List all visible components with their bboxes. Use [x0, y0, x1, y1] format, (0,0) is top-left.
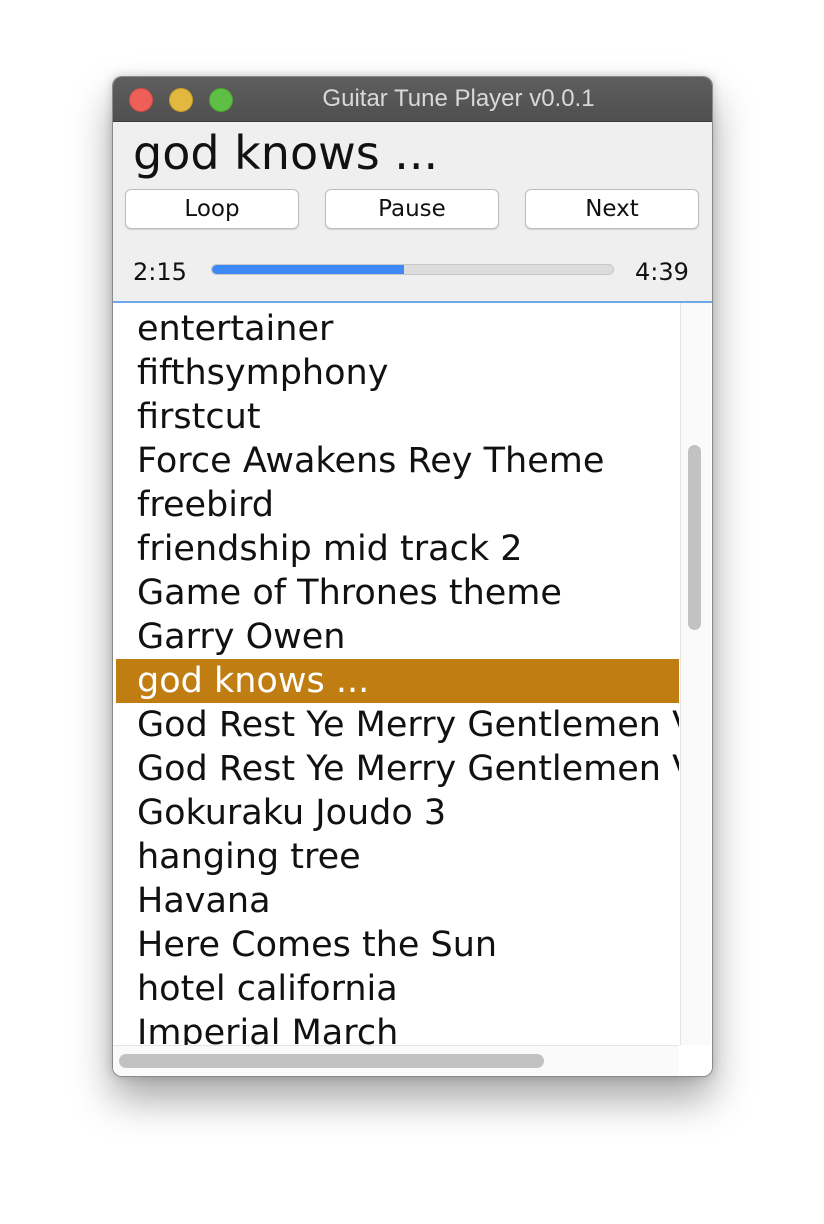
- pause-button[interactable]: Pause: [325, 189, 499, 229]
- playlist-item[interactable]: freebird: [116, 483, 679, 527]
- playlist-item[interactable]: Imperial March: [116, 1011, 679, 1045]
- playlist-item[interactable]: Gokuraku Joudo 3: [116, 791, 679, 835]
- playlist-panel: entertainer fifthsymphony firstcut Force Aw…: [113, 301, 712, 1076]
- playlist-item[interactable]: hanging tree: [116, 835, 679, 879]
- playlist-item[interactable]: Garry Owen: [116, 615, 679, 659]
- playlist-item[interactable]: Force Awakens Rey Theme: [116, 439, 679, 483]
- progress-bar[interactable]: [211, 264, 614, 275]
- next-button[interactable]: Next: [525, 189, 699, 229]
- playlist-item[interactable]: friendship mid track 2: [116, 527, 679, 571]
- playlist-item[interactable]: entertainer: [116, 307, 679, 351]
- title-bar[interactable]: Guitar Tune Player v0.0.1: [113, 77, 712, 122]
- vertical-scrollbar[interactable]: [680, 303, 711, 1045]
- vertical-scrollbar-thumb[interactable]: [688, 445, 701, 630]
- playlist-item[interactable]: Here Comes the Sun: [116, 923, 679, 967]
- playlist-item[interactable]: firstcut: [116, 395, 679, 439]
- elapsed-time: 2:15: [133, 258, 187, 286]
- now-playing-title: god knows ...: [133, 126, 439, 180]
- playlist-item[interactable]: God Rest Ye Merry Gentlemen V: [116, 747, 679, 791]
- playlist-item-selected[interactable]: god knows ...: [116, 659, 679, 703]
- playlist-item[interactable]: hotel california: [116, 967, 679, 1011]
- horizontal-scrollbar-thumb[interactable]: [119, 1054, 544, 1068]
- playlist[interactable]: entertainer fifthsymphony firstcut Force Aw…: [116, 303, 679, 1045]
- playlist-item[interactable]: fifthsymphony: [116, 351, 679, 395]
- loop-button[interactable]: Loop: [125, 189, 299, 229]
- playlist-item[interactable]: Havana: [116, 879, 679, 923]
- playlist-item[interactable]: God Rest Ye Merry Gentlemen V: [116, 703, 679, 747]
- total-time: 4:39: [635, 258, 689, 286]
- playlist-item[interactable]: Game of Thrones theme: [116, 571, 679, 615]
- horizontal-scrollbar[interactable]: [113, 1045, 679, 1076]
- app-window: Guitar Tune Player v0.0.1 god knows ... …: [112, 76, 713, 1077]
- progress-fill: [212, 265, 405, 274]
- window-title: Guitar Tune Player v0.0.1: [322, 85, 595, 112]
